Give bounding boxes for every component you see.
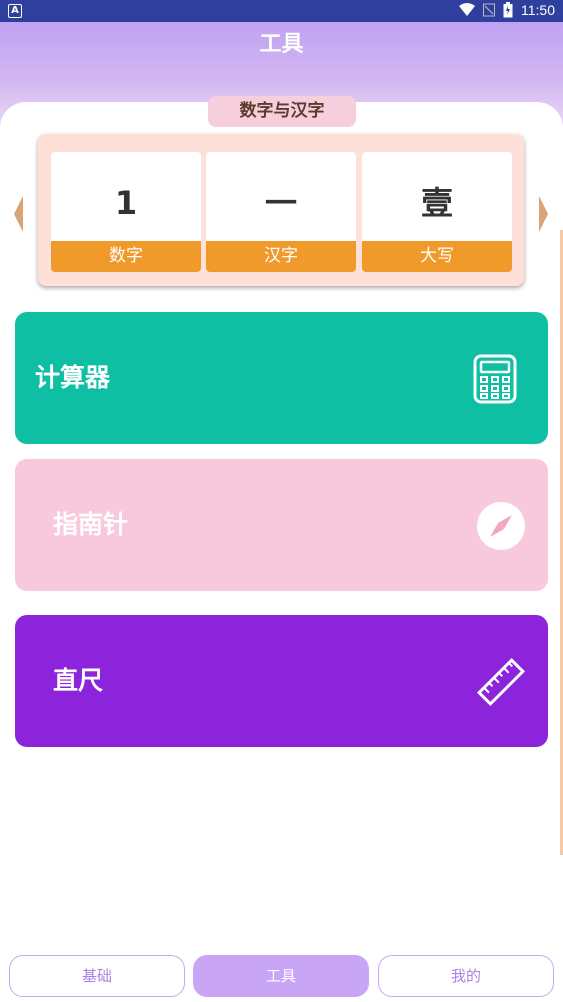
converter-section-label: 数字与汉字 [208,96,356,127]
wifi-icon [459,3,475,16]
chinese-value: 一 [264,184,297,222]
app-notification-icon: A [8,4,22,18]
ruler-icon [476,657,526,707]
tab-tools[interactable]: 工具 [193,955,369,997]
tab-basic[interactable]: 基础 [9,955,185,997]
uppercase-label: 大写 [362,241,512,272]
converter-cell-uppercase[interactable]: 壹 大写 [362,152,512,272]
page-title: 工具 [259,32,304,57]
ruler-card[interactable]: 直尺 [15,615,548,747]
signal-off-icon [483,3,495,17]
calculator-title: 计算器 [35,363,111,392]
ruler-title: 直尺 [53,666,104,695]
calculator-card[interactable]: 计算器 [15,312,548,444]
calculator-icon [473,354,517,404]
number-label: 数字 [51,241,201,272]
number-converter-card[interactable]: 1 数字 一 汉字 壹 大写 [38,134,524,286]
converter-cell-number[interactable]: 1 数字 [51,152,201,272]
uppercase-value: 壹 [420,184,453,222]
converter-cell-chinese[interactable]: 一 汉字 [206,152,356,272]
status-icons: 11:50 [459,2,555,18]
status-time: 11:50 [521,2,555,18]
bottom-nav: 基础 工具 我的 [0,952,563,1002]
compass-title: 指南针 [53,510,129,539]
number-value: 1 [114,184,138,222]
next-arrow-icon[interactable] [539,196,548,232]
compass-card[interactable]: 指南针 [15,459,548,591]
compass-icon [477,502,525,550]
tab-mine[interactable]: 我的 [378,955,554,997]
status-bar: A 11:50 [0,0,563,22]
previous-arrow-icon[interactable] [14,196,23,232]
battery-icon [503,2,513,18]
chinese-label: 汉字 [206,241,356,272]
